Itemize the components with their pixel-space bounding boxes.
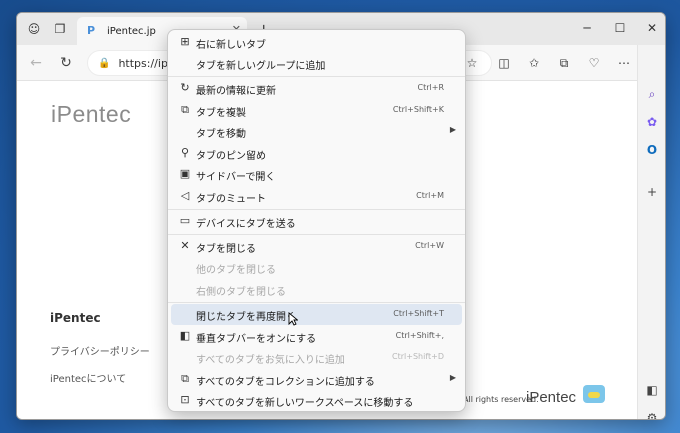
menu-shortcut: Ctrl+W	[415, 241, 444, 250]
menu-item-move-to-workspace[interactable]: ⊡ すべてのタブを新しいワークスペースに移動する	[171, 390, 462, 411]
workspaces-icon[interactable]: ❐	[51, 20, 69, 38]
speaker-icon: ◁	[180, 189, 190, 202]
collections-icon: ⧉	[181, 372, 189, 385]
menu-divider	[168, 234, 465, 235]
sidebar-icon: ▣	[179, 167, 191, 180]
menu-label: タブを閉じる	[196, 244, 256, 255]
menu-item-move-tab[interactable]: タブを移動 ▶	[171, 121, 462, 142]
menu-shortcut: Ctrl+Shift+D	[392, 352, 444, 361]
menu-shortcut: Ctrl+Shift+K	[392, 105, 444, 114]
menu-label: 垂直タブバーをオンにする	[196, 334, 317, 345]
menu-item-add-all-favorites[interactable]: すべてのタブをお気に入りに追加 Ctrl+Shift+D	[171, 347, 462, 368]
site-logo[interactable]: iPentec	[51, 101, 131, 128]
chevron-right-icon: ▶	[449, 373, 456, 382]
menu-label: すべてのタブをお気に入りに追加	[196, 355, 345, 366]
split-screen-icon[interactable]: ◫	[495, 54, 513, 72]
tab-title: iPentec.jp	[107, 25, 156, 37]
pin-icon: ⚲	[180, 146, 190, 159]
menu-divider	[168, 302, 465, 303]
browser-essentials-icon[interactable]: ♡	[585, 54, 603, 72]
menu-label: すべてのタブを新しいワークスペースに移動する	[196, 398, 414, 409]
menu-item-add-all-collections[interactable]: ⧉ すべてのタブをコレクションに追加する ▶	[171, 369, 462, 390]
menu-label: タブを移動	[196, 129, 246, 140]
profile-icon[interactable]: ☺	[25, 20, 43, 38]
hide-sidebar-icon[interactable]: ◧	[643, 381, 661, 399]
menu-shortcut: Ctrl+Shift+,	[395, 331, 444, 340]
collections-icon[interactable]: ⧉	[555, 54, 573, 72]
more-menu-icon[interactable]: ⋯	[615, 54, 633, 72]
outlook-icon[interactable]: O	[643, 141, 661, 159]
menu-item-open-in-sidebar[interactable]: ▣ サイドバーで開く	[171, 164, 462, 185]
duplicate-icon: ⧉	[181, 103, 189, 116]
edge-sidebar: ⌕ ✿ O + ◧ ⚙	[637, 45, 665, 419]
menu-shortcut: Ctrl+Shift+T	[393, 309, 444, 318]
device-icon: ▭	[179, 214, 191, 227]
footer-title: iPentec	[50, 311, 101, 325]
menu-shortcut: Ctrl+R	[417, 83, 445, 92]
search-icon[interactable]: ⌕	[643, 85, 661, 103]
about-link[interactable]: iPentecについて	[50, 370, 126, 385]
add-sidebar-app-icon[interactable]: +	[643, 183, 661, 201]
menu-label: 右に新しいタブ	[196, 40, 266, 51]
copilot-sidebar-icon[interactable]: ✿	[643, 113, 661, 131]
mouse-cursor-icon	[288, 312, 298, 326]
menu-label: タブを新しいグループに追加	[196, 61, 326, 72]
menu-item-add-to-group[interactable]: タブを新しいグループに追加	[171, 53, 462, 74]
menu-item-refresh[interactable]: ↻ 最新の情報に更新 Ctrl+R	[171, 78, 462, 99]
favicon-icon: P	[87, 24, 96, 37]
menu-label: 他のタブを閉じる	[196, 265, 276, 276]
menu-label: タブのピン留め	[196, 151, 266, 162]
settings-gear-icon[interactable]: ⚙	[643, 409, 661, 419]
mascot-icon	[583, 385, 605, 403]
maximize-button[interactable]: ☐	[605, 17, 635, 39]
menu-label: すべてのタブをコレクションに追加する	[196, 377, 375, 388]
privacy-link[interactable]: プライバシーポリシー	[50, 343, 150, 358]
menu-item-mute[interactable]: ◁ タブのミュート Ctrl+M	[171, 186, 462, 207]
favorites-icon[interactable]: ✩	[525, 54, 543, 72]
menu-item-duplicate[interactable]: ⧉ タブを複製 Ctrl+Shift+K	[171, 100, 462, 121]
menu-label: 最新の情報に更新	[196, 86, 276, 97]
footer-logo: iPentec	[526, 389, 577, 406]
back-button[interactable]: ←	[27, 54, 45, 72]
menu-divider	[168, 209, 465, 210]
close-icon: ✕	[180, 239, 190, 252]
lock-icon: 🔒	[98, 57, 111, 69]
menu-item-vertical-tabs[interactable]: ◧ 垂直タブバーをオンにする Ctrl+Shift+,	[171, 326, 462, 347]
menu-label: 右側のタブを閉じる	[196, 287, 286, 298]
minimize-button[interactable]: ─	[572, 17, 602, 39]
menu-label: タブのミュート	[196, 194, 266, 205]
menu-item-close-other-tabs[interactable]: 他のタブを閉じる	[171, 257, 462, 278]
new-tab-icon: ⊞	[180, 35, 190, 48]
menu-item-send-to-device[interactable]: ▭ デバイスにタブを送る	[171, 211, 462, 232]
chevron-right-icon: ▶	[449, 125, 456, 134]
refresh-button[interactable]: ↻	[57, 54, 75, 72]
refresh-icon: ↻	[180, 81, 190, 94]
menu-item-new-tab-right[interactable]: ⊞ 右に新しいタブ	[171, 32, 462, 53]
menu-shortcut: Ctrl+M	[416, 191, 444, 200]
close-window-button[interactable]: ✕	[637, 17, 665, 39]
workspace-icon: ⊡	[180, 393, 190, 406]
menu-item-close-tab[interactable]: ✕ タブを閉じる Ctrl+W	[171, 236, 462, 257]
menu-label: デバイスにタブを送る	[196, 219, 296, 230]
menu-item-pin[interactable]: ⚲ タブのピン留め	[171, 143, 462, 164]
menu-item-close-right-tabs[interactable]: 右側のタブを閉じる	[171, 279, 462, 300]
menu-label: 閉じたタブを再度開く	[196, 312, 296, 323]
vertical-tabs-icon: ◧	[179, 329, 191, 342]
tab-context-menu: ⊞ 右に新しいタブ タブを新しいグループに追加 ↻ 最新の情報に更新 Ctrl+…	[167, 29, 466, 412]
menu-item-reopen-closed-tab[interactable]: 閉じたタブを再度開く Ctrl+Shift+T	[171, 304, 462, 325]
menu-divider	[168, 76, 465, 77]
menu-label: サイドバーで開く	[196, 172, 276, 183]
menu-label: タブを複製	[196, 108, 246, 119]
